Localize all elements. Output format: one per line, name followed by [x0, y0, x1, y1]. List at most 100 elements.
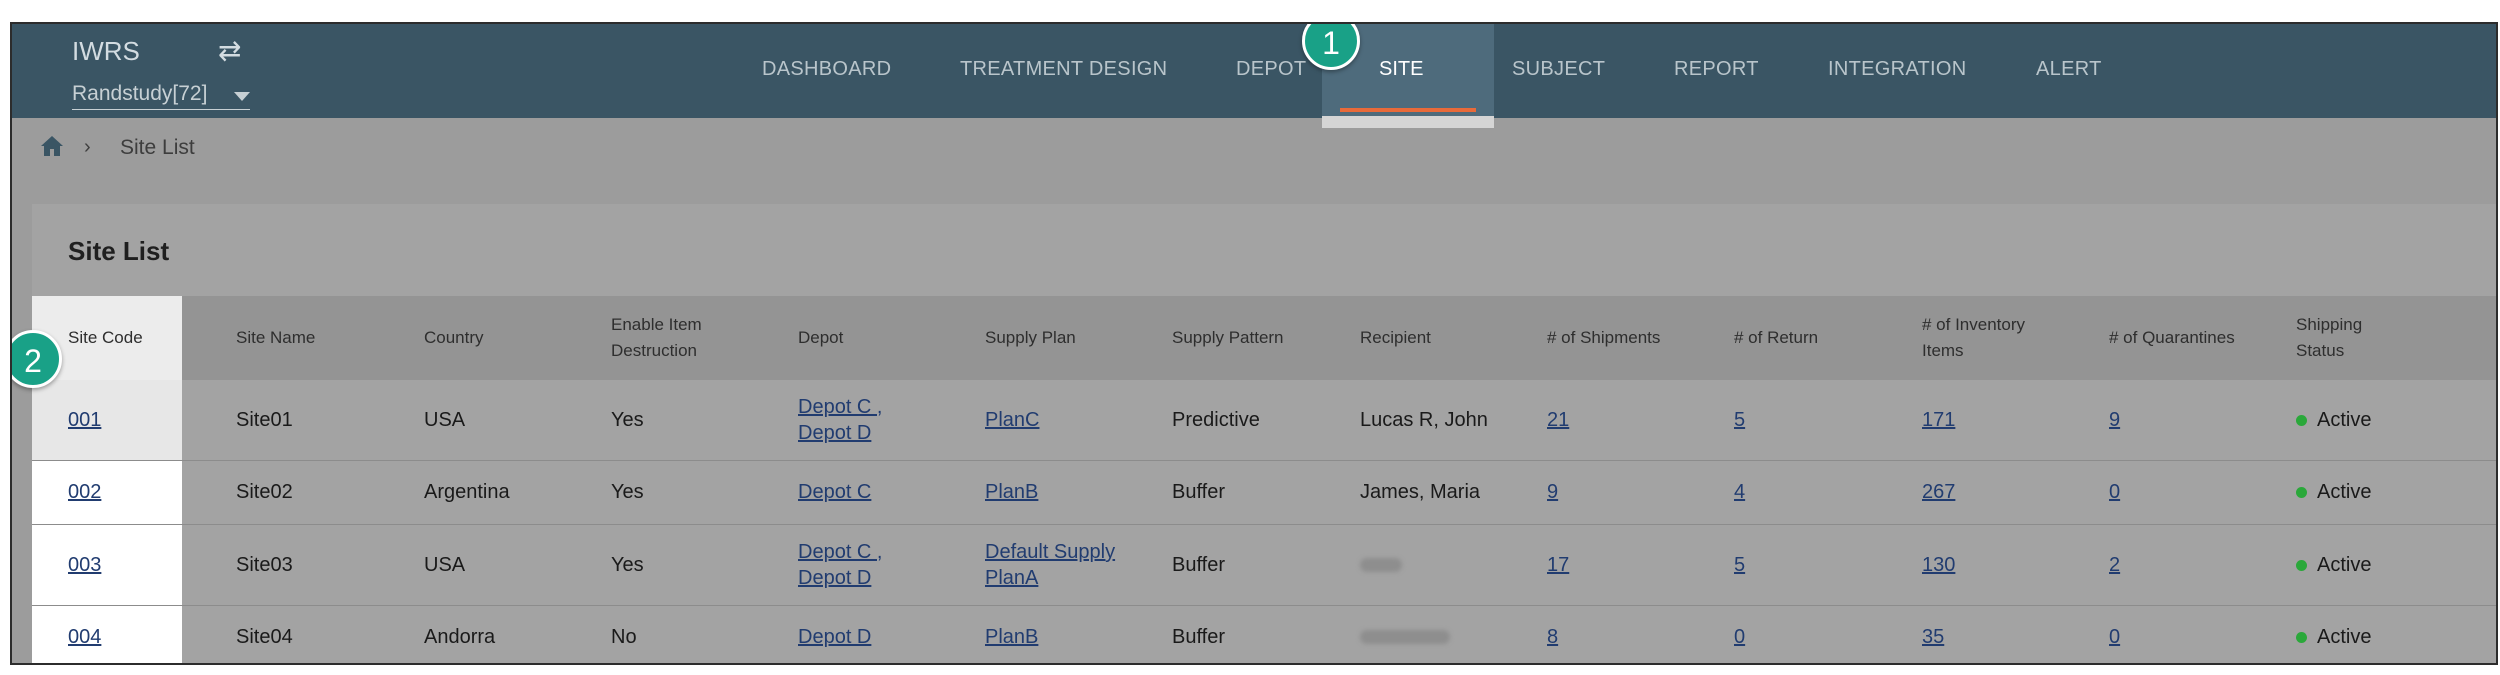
inventory-link[interactable]: 267 [1922, 479, 1955, 505]
tab-report[interactable]: REPORT [1674, 58, 1759, 81]
supply-plan-link[interactable]: PlanA [985, 565, 1038, 591]
returns-link[interactable]: 0 [1734, 624, 1745, 650]
supply-plan-link[interactable]: Default Supply [985, 539, 1115, 565]
header-recipient[interactable]: Recipient [1360, 296, 1520, 380]
header-depot[interactable]: Depot [798, 296, 958, 380]
status-badge: Active [2317, 554, 2372, 576]
returns-link[interactable]: 5 [1734, 407, 1745, 433]
header-returns[interactable]: # of Return [1734, 296, 1904, 380]
status-badge: Active [2317, 409, 2372, 431]
breadcrumb: › Site List [12, 118, 2496, 176]
table-row: 002 Site02 Argentina Yes Depot C PlanB B… [32, 461, 2496, 523]
destruction-cell: Yes [611, 554, 644, 576]
site-list-card: Site List Site Code Site Name Country En… [32, 204, 2496, 663]
active-tab-underline [1340, 108, 1476, 112]
tab-integration[interactable]: INTEGRATION [1828, 58, 1967, 81]
chevron-down-icon [234, 92, 250, 101]
tab-depot[interactable]: DEPOT [1236, 58, 1306, 81]
supply-pattern-cell: Buffer [1172, 554, 1225, 576]
supply-plan-link[interactable]: PlanB [985, 624, 1038, 650]
supply-plan-link[interactable]: PlanB [985, 479, 1038, 505]
returns-link[interactable]: 5 [1734, 552, 1745, 578]
site-name-cell: Site03 [236, 554, 293, 576]
breadcrumb-current: Site List [120, 136, 195, 159]
table-row: 001 Site01 USA Yes Depot C , Depot D Pla… [32, 380, 2496, 460]
depot-link[interactable]: Depot D [798, 565, 871, 591]
status-dot-icon [2296, 631, 2307, 643]
status-badge: Active [2317, 626, 2372, 648]
tab-alert[interactable]: ALERT [2036, 58, 2102, 81]
quarantines-link[interactable]: 0 [2109, 624, 2120, 650]
page-title: Site List [68, 236, 170, 266]
status-dot-icon [2296, 414, 2307, 426]
supply-pattern-cell: Buffer [1172, 626, 1225, 648]
supply-pattern-cell: Buffer [1172, 481, 1225, 503]
destruction-cell: Yes [611, 409, 644, 431]
country-cell: USA [424, 554, 466, 576]
site-code-link[interactable]: 003 [68, 552, 101, 578]
redacted-text [1360, 558, 1402, 572]
destruction-cell: Yes [611, 481, 644, 503]
study-selector-label: Randstudy[72] [72, 82, 208, 105]
tab-site[interactable]: SITE [1379, 58, 1423, 81]
status-badge: Active [2317, 481, 2372, 503]
recipient-cell-redacted [1360, 606, 1450, 663]
quarantines-link[interactable]: 0 [2109, 479, 2120, 505]
header-quarantines[interactable]: # of Quarantines [2109, 296, 2279, 380]
site-code-link[interactable]: 001 [68, 407, 101, 433]
site-code-link[interactable]: 002 [68, 479, 101, 505]
country-cell: USA [424, 409, 466, 431]
header-country[interactable]: Country [424, 296, 584, 380]
header-shipments[interactable]: # of Shipments [1547, 296, 1717, 380]
depot-link[interactable]: Depot C [798, 479, 871, 505]
site-name-cell: Site01 [236, 409, 293, 431]
shipments-link[interactable]: 17 [1547, 552, 1569, 578]
app-brand: IWRS [72, 36, 140, 66]
table-row: 003 Site03 USA Yes Depot C , Depot D Def… [32, 525, 2496, 605]
header-enable-item-destruction[interactable]: Enable Item Destruction [611, 296, 741, 380]
shipments-link[interactable]: 21 [1547, 407, 1569, 433]
status-dot-icon [2296, 559, 2307, 571]
quarantines-link[interactable]: 2 [2109, 552, 2120, 578]
app-window: IWRS ⇄ Randstudy[72] DASHBOARD TREATMENT… [10, 22, 2498, 665]
header-site-code[interactable]: Site Code [68, 296, 178, 380]
destruction-cell: No [611, 626, 637, 648]
supply-plan-link[interactable]: PlanC [985, 407, 1039, 433]
recipient-cell: James, Maria [1360, 481, 1481, 503]
header-shipping-status[interactable]: Shipping Status [2296, 296, 2386, 380]
inventory-link[interactable]: 130 [1922, 552, 1955, 578]
country-cell: Argentina [424, 481, 510, 503]
redacted-text [1360, 630, 1450, 644]
inventory-link[interactable]: 35 [1922, 624, 1944, 650]
status-dot-icon [2296, 486, 2307, 498]
switch-study-icon[interactable]: ⇄ [218, 34, 241, 67]
depot-link[interactable]: Depot C , [798, 539, 882, 565]
site-code-link[interactable]: 004 [68, 624, 101, 650]
study-selector[interactable]: Randstudy[72] [72, 82, 250, 110]
home-icon[interactable] [40, 135, 64, 157]
quarantines-link[interactable]: 9 [2109, 407, 2120, 433]
returns-link[interactable]: 4 [1734, 479, 1745, 505]
header-supply-pattern[interactable]: Supply Pattern [1172, 296, 1342, 380]
tab-subject[interactable]: SUBJECT [1512, 58, 1605, 81]
header-site-name[interactable]: Site Name [236, 296, 396, 380]
shipments-link[interactable]: 8 [1547, 624, 1558, 650]
shipments-link[interactable]: 9 [1547, 479, 1558, 505]
tab-dashboard[interactable]: DASHBOARD [762, 58, 891, 81]
inventory-link[interactable]: 171 [1922, 407, 1955, 433]
recipient-cell-redacted [1360, 525, 1402, 605]
header-inventory-items[interactable]: # of Inventory Items [1922, 296, 2052, 380]
depot-link[interactable]: Depot D [798, 420, 871, 446]
chevron-right-icon: › [84, 136, 91, 158]
header-supply-plan[interactable]: Supply Plan [985, 296, 1145, 380]
country-cell: Andorra [424, 626, 496, 648]
site-name-cell: Site02 [236, 481, 293, 503]
depot-link[interactable]: Depot D [798, 624, 871, 650]
supply-pattern-cell: Predictive [1172, 409, 1260, 431]
site-name-cell: Site04 [236, 626, 293, 648]
tab-treatment-design[interactable]: TREATMENT DESIGN [960, 58, 1167, 81]
top-nav-bar: IWRS ⇄ Randstudy[72] DASHBOARD TREATMENT… [12, 24, 2496, 128]
depot-link[interactable]: Depot C , [798, 394, 882, 420]
recipient-cell: Lucas R, John [1360, 409, 1488, 431]
table-row: 004 Site04 Andorra No Depot D PlanB Buff… [32, 606, 2496, 663]
